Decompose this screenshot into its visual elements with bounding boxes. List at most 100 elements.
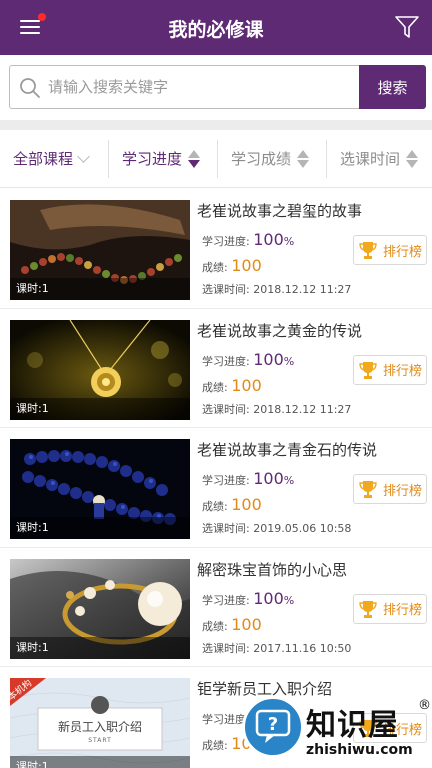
progress-unit: % [283,235,295,248]
thumb-caption: 新员工入职介绍 [57,720,142,734]
leaderboard-button[interactable]: 排行榜 [353,354,427,385]
leaderboard-label: 排行榜 [383,364,423,379]
score-value: 100 [231,256,262,275]
course-title: 老崔说故事之青金石的传说 [197,441,378,459]
course-item[interactable]: 课时:1 解密珠宝首饰的小心思 学习进度: 100% 成绩: 100 选课时间:… [0,547,432,667]
progress-row: 学习进度: 100% [202,230,294,249]
progress-unit: % [283,474,295,487]
tab-label: 学习成绩 [231,150,292,168]
search-input[interactable] [48,72,348,102]
search-box [9,65,359,109]
svg-text:?: ? [268,714,278,735]
sort-icon [188,149,201,169]
progress-label: 学习进度: [202,235,250,248]
filter-icon[interactable] [394,14,420,40]
time-value: 2018.12.12 11:27 [253,283,352,296]
trophy-icon [359,600,377,618]
progress-row: 学习进度: 100% [202,350,294,369]
time-row: 选课时间: 2018.12.12 11:27 [202,401,351,417]
course-title: 解密珠宝首饰的小心思 [197,560,348,579]
score-value: 100 [231,614,262,634]
score-row: 成绩: 100 [202,615,262,634]
course-item[interactable]: 课时:1 老崔说故事之碧玺的故事 学习进度: 100% 成绩: 100 选课时间… [0,189,432,309]
search-icon [20,78,40,98]
leaderboard-button[interactable]: 排行榜 [353,593,427,624]
chevron-down-icon [77,149,90,163]
score-label: 成绩: [202,739,228,752]
course-thumbnail: 课时:1 [10,439,190,539]
lesson-count: 课时:1 [10,636,190,659]
progress-label: 学习进度: [202,593,250,607]
trophy-icon [359,361,377,379]
score-label: 成绩: [202,380,228,394]
tab-score[interactable]: 学习成绩 [231,130,310,187]
tab-divider [108,140,109,178]
sort-icon [297,149,310,169]
progress-label: 学习进度: [202,474,250,487]
time-row: 选课时间: 2018.12.12 11:27 [202,281,351,297]
watermark-registered: ® [418,698,431,713]
progress-row: 学习进度: 100% [202,589,294,608]
progress-unit: % [283,354,295,368]
time-row: 选课时间: 2017.11.16 10:50 [202,640,351,656]
leaderboard-label: 排行榜 [383,483,423,499]
time-label: 选课时间: [202,402,250,416]
tab-enroll-time[interactable]: 选课时间 [340,130,419,187]
leaderboard-label: 排行榜 [383,244,423,260]
leaderboard-button[interactable]: 排行榜 [353,474,427,504]
course-item[interactable]: 课时:1 老崔说故事之青金石的传说 学习进度: 100% 成绩: 100 选课时… [0,428,432,548]
course-title: 老崔说故事之碧玺的故事 [197,202,363,220]
divider [0,120,432,130]
progress-value: 100 [253,230,284,249]
lesson-count: 课时:1 [10,756,190,768]
trophy-icon [359,481,377,498]
tab-label: 选课时间 [340,150,401,168]
time-label: 选课时间: [202,641,250,655]
sort-tabs: 全部课程 学习进度 学习成绩 选课时间 [0,130,432,188]
course-thumbnail: 课时:1 [10,319,190,420]
progress-value: 100 [253,588,284,608]
sort-icon [406,149,419,169]
progress-value: 100 [253,349,284,369]
course-list: 课时:1 老崔说故事之碧玺的故事 学习进度: 100% 成绩: 100 选课时间… [0,189,432,768]
score-label: 成绩: [202,500,228,513]
time-value: 2017.11.16 10:50 [253,641,352,655]
top-bar: 我的必修课 [0,0,432,55]
course-thumbnail: 课时:1 [10,558,190,659]
time-label: 选课时间: [202,522,250,535]
progress-unit: % [283,593,295,607]
score-value: 100 [231,495,262,514]
time-value: 2019.05.06 10:58 [253,522,352,535]
trophy-icon [359,242,377,259]
lesson-count: 课时:1 [10,397,190,420]
watermark-logo: ? 知识屋 ® zhishiwu.com [240,690,432,768]
app: 我的必修课 搜索 全部课程 学习进度 学习成绩 [0,0,432,768]
tab-label: 全部课程 [13,150,74,168]
leaderboard-label: 排行榜 [383,603,423,618]
watermark-url: zhishiwu.com [306,742,413,758]
lesson-count: 课时:1 [10,278,190,300]
progress-label: 学习进度: [202,354,250,368]
thumb-start: START [88,737,112,744]
tab-divider [217,140,218,178]
score-label: 成绩: [202,261,228,274]
leaderboard-button[interactable]: 排行榜 [353,235,427,265]
score-row: 成绩: 100 [202,495,262,514]
watermark-name: 知识屋 [306,708,399,743]
progress-row: 学习进度: 100% [202,469,294,488]
score-value: 100 [231,375,262,395]
course-title: 老崔说故事之黄金的传说 [197,321,363,340]
search-button[interactable]: 搜索 [359,65,426,109]
tab-progress[interactable]: 学习进度 [122,130,201,187]
page-title: 我的必修课 [168,19,264,41]
course-thumbnail: 本机构 新员工入职介绍 START 课时:1 [10,678,190,768]
score-label: 成绩: [202,619,228,633]
score-row: 成绩: 100 [202,256,262,275]
tab-divider [326,140,327,178]
time-value: 2018.12.12 11:27 [253,402,352,416]
tab-all-courses[interactable]: 全部课程 [13,130,90,187]
course-item[interactable]: 课时:1 老崔说故事之黄金的传说 学习进度: 100% 成绩: 100 选课时间… [0,308,432,428]
time-row: 选课时间: 2019.05.06 10:58 [202,520,351,536]
progress-value: 100 [253,469,284,488]
lesson-count: 课时:1 [10,517,190,539]
